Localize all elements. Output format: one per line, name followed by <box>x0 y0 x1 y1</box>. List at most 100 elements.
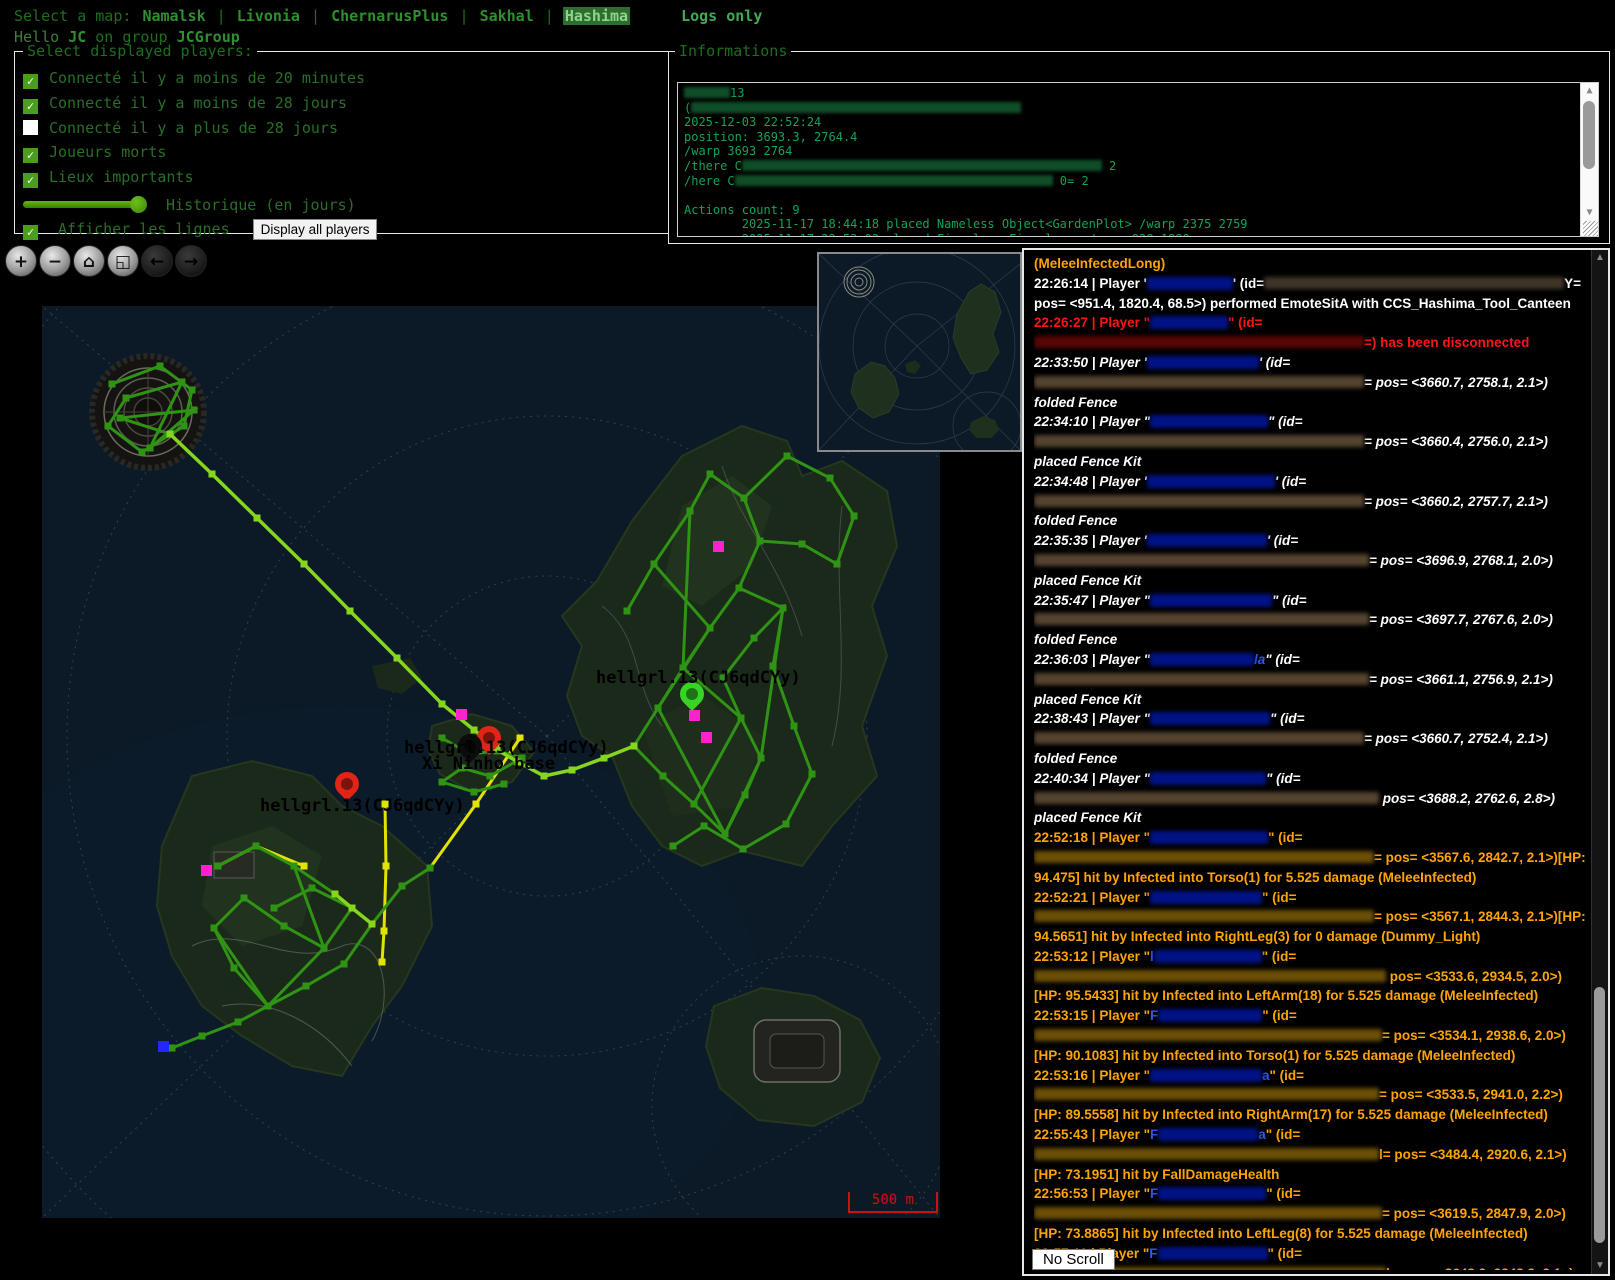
log-time: 22:56:53 <box>1034 1186 1088 1201</box>
filter-label: Connecté il y a plus de 28 jours <box>49 119 338 137</box>
log-scrollbar[interactable]: ▲ ▼ <box>1591 250 1608 1274</box>
informations-scroll-thumb[interactable] <box>1583 101 1595 169</box>
filter-checkbox[interactable]: ✓ <box>23 148 38 163</box>
zoom-out-button[interactable]: − <box>39 245 71 277</box>
trail-node <box>189 387 196 394</box>
log-id-label: " (id= <box>1270 711 1305 726</box>
info-text: 0= 2 <box>1053 174 1089 188</box>
magenta-square-marker[interactable] <box>701 732 712 743</box>
blue-square-marker[interactable] <box>158 1041 169 1052</box>
log-entry: 22:35:35 | Player '' (id== pos= <3696.9,… <box>1034 531 1586 590</box>
map-link-livonia[interactable]: Livonia <box>235 7 302 25</box>
magenta-square-marker[interactable] <box>689 710 700 721</box>
info-line: ( <box>684 101 1574 116</box>
player-name-fragment: a <box>1262 1068 1270 1083</box>
map-link-namalsk[interactable]: Namalsk <box>140 7 207 25</box>
magenta-square-marker[interactable] <box>456 709 467 720</box>
redacted-player-id <box>1034 732 1364 744</box>
filter-checkbox[interactable]: ✓ <box>23 99 38 114</box>
log-time: 22:33:50 <box>1034 355 1088 370</box>
trail-node <box>736 585 743 592</box>
resize-grip-icon[interactable] <box>1583 221 1598 236</box>
trail-node <box>660 773 667 780</box>
slider-thumb-handle[interactable] <box>130 196 147 213</box>
trail-node <box>265 1003 272 1010</box>
redacted-player-id <box>1034 1088 1379 1100</box>
filter-checkbox[interactable] <box>23 120 38 135</box>
log-entry: 22:56:53 | Player "F" (id== pos= <3619.5… <box>1034 1184 1586 1243</box>
filter-checkbox[interactable]: ✓ <box>23 173 38 188</box>
logs-only-link[interactable]: Logs only <box>681 7 762 25</box>
trail-node <box>105 423 112 430</box>
scroll-down-arrow-icon[interactable]: ▼ <box>1581 206 1598 220</box>
player-name-fragment: F <box>1150 1127 1158 1142</box>
scroll-up-arrow-icon[interactable]: ▲ <box>1581 84 1598 98</box>
informations-panel: Informations 13(2025-12-03 22:52:24posit… <box>668 42 1610 244</box>
log-time: 22:35:47 <box>1034 593 1088 608</box>
magenta-square-marker[interactable] <box>201 865 212 876</box>
filter-checkbox[interactable]: ✓ <box>23 74 38 89</box>
trail-node <box>439 701 446 708</box>
map-player-label: hellgrl.13(CJ6qdCYy) <box>596 668 801 688</box>
filter-row: ✓Connecté il y a moins de 28 jours <box>23 93 663 114</box>
trail-node <box>780 605 787 612</box>
log-id-label: " (id= <box>1268 830 1303 845</box>
log-entry: 22:26:14 | Player '' (id=Y= pos= <951.4,… <box>1034 274 1586 314</box>
log-content[interactable]: (MeleeInfectedLong)22:26:14 | Player '' … <box>1034 254 1586 1270</box>
scroll-up-arrow-icon[interactable]: ▲ <box>1592 251 1608 265</box>
minimap[interactable] <box>817 252 1022 452</box>
info-text: Actions count: 9 <box>684 203 800 217</box>
history-slider[interactable] <box>23 201 139 208</box>
trail-node <box>123 395 130 402</box>
main-map[interactable]: hellgrl.13(CJ6qdCYy)hellgrl.13(CJ6qdCYy)… <box>42 306 940 1218</box>
map-link-chernarusplus[interactable]: ChernarusPlus <box>329 7 450 25</box>
trail-node <box>427 865 434 872</box>
informations-scrollbar[interactable]: ▲ ▼ <box>1580 83 1598 236</box>
home-button[interactable]: ⌂ <box>73 245 105 277</box>
trail-node <box>211 925 218 932</box>
history-back-button[interactable]: ← <box>141 245 173 277</box>
log-entry: 22:53:12 | Player "l" (id= pos= <3533.6,… <box>1034 947 1586 1006</box>
map-link-hashima[interactable]: Hashima <box>563 7 630 25</box>
redacted-text <box>735 175 1053 186</box>
info-line: 2025-11-17 22:53:02 placed Fireplace<Fir… <box>684 232 1574 237</box>
trail-node <box>379 959 386 966</box>
informations-textarea[interactable]: 13(2025-12-03 22:52:24position: 3693.3, … <box>677 82 1599 237</box>
log-scroll-thumb[interactable] <box>1594 987 1605 1243</box>
redacted-player-id <box>1034 792 1379 804</box>
log-entry: 22:36:03 | Player "la" (id== pos= <3661.… <box>1034 650 1586 709</box>
redacted-player-name <box>1150 316 1228 329</box>
scroll-down-arrow-icon[interactable]: ▼ <box>1592 1259 1608 1273</box>
trail-node <box>740 846 747 853</box>
display-all-players-button[interactable]: Display all players <box>253 219 378 240</box>
magenta-square-marker[interactable] <box>713 541 724 552</box>
informations-content: 13(2025-12-03 22:52:24position: 3693.3, … <box>684 86 1574 237</box>
info-line: 13 <box>684 86 1574 101</box>
trail-node <box>332 891 339 898</box>
log-entry: 22:57:11 | Player "F" (id=l= pos= <3643.… <box>1034 1244 1586 1270</box>
log-id-label: ' (id= <box>1275 474 1306 489</box>
trail-node <box>147 445 154 452</box>
redacted-player-name <box>1150 712 1270 725</box>
log-entry: 22:38:43 | Player "" (id== pos= <3660.7,… <box>1034 709 1586 768</box>
zoom-in-button[interactable]: + <box>5 245 37 277</box>
show-lines-checkbox[interactable]: ✓ <box>23 225 38 240</box>
filter-row: ✓ Lieux importants <box>23 167 663 188</box>
trail-node <box>281 923 288 930</box>
no-scroll-button[interactable]: No Scroll <box>1032 1249 1115 1270</box>
redacted-player-name <box>1147 277 1233 290</box>
trail-node <box>303 983 310 990</box>
trail-node <box>347 608 354 615</box>
log-id-label: " (id= <box>1266 1127 1301 1142</box>
trail-node <box>215 863 222 870</box>
history-forward-button[interactable]: → <box>175 245 207 277</box>
trail-node <box>191 407 198 414</box>
filter-label: Lieux importants <box>49 168 194 186</box>
fullscreen-button[interactable]: ◱ <box>107 245 139 277</box>
log-id-label: " (id= <box>1266 771 1301 786</box>
map-link-sakhal[interactable]: Sakhal <box>478 7 536 25</box>
log-time: 22:36:03 <box>1034 652 1088 667</box>
log-entry: 22:53:15 | Player "F" (id== pos= <3534.1… <box>1034 1006 1586 1065</box>
trail-node <box>349 905 356 912</box>
log-id-label: ' (id= <box>1259 355 1290 370</box>
